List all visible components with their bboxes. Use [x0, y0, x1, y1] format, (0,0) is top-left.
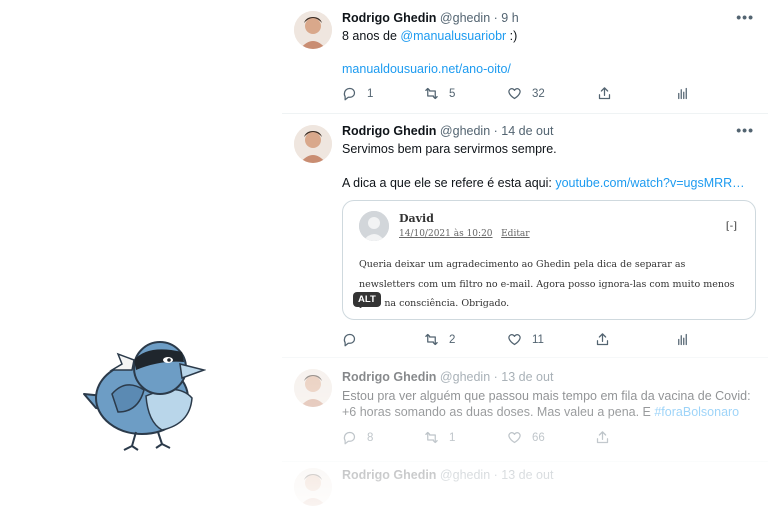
avatar[interactable]	[294, 468, 332, 506]
avatar[interactable]	[294, 125, 332, 163]
like-count: 32	[532, 87, 545, 100]
reply-icon	[343, 431, 356, 445]
retweet-icon	[425, 431, 438, 444]
collapse-toggle: [-]	[725, 221, 737, 232]
tweet-text-line2: A dica a que ele se refere é esta aqui: …	[342, 175, 752, 192]
tweet-time[interactable]: 13 de out	[501, 370, 553, 384]
url-link[interactable]: manualdousuario.net/ano-oito/	[342, 62, 511, 76]
alt-badge[interactable]: ALT	[353, 292, 381, 307]
reply-button[interactable]: 8	[342, 430, 373, 445]
comment-edit-link: Editar	[501, 229, 530, 239]
separator-dot: ·	[493, 370, 498, 384]
comment-date: 14/10/2021 às 10:20	[399, 229, 493, 239]
share-icon	[598, 87, 611, 100]
tweet-header: Rodrigo Ghedin @ghedin · 9 h	[342, 11, 519, 25]
tweet-actions: 8 1 66	[342, 430, 692, 448]
more-options-icon[interactable]: •••	[736, 9, 754, 25]
analytics-button[interactable]	[675, 332, 700, 347]
tweet-text-line1: Servimos bem para servirmos sempre.	[342, 142, 557, 156]
separator-dot: ·	[493, 124, 498, 138]
tweet-time[interactable]: 14 de out	[501, 124, 553, 138]
separator-dot: ·	[493, 468, 498, 482]
comment-text: Queria deixar um agradecimento ao Ghedin…	[359, 259, 735, 309]
tweet-actions: 1 5 32	[342, 86, 692, 104]
avatar[interactable]	[294, 369, 332, 407]
tweet[interactable]: Rodrigo Ghedin @ghedin · 13 de out Estou…	[282, 358, 768, 462]
retweet-button[interactable]: 1	[424, 430, 455, 445]
share-button[interactable]	[595, 430, 620, 445]
heart-icon	[508, 88, 521, 100]
mention-link[interactable]: @manualusuariobr	[400, 29, 506, 43]
reply-icon	[343, 87, 356, 101]
tweet[interactable]: Rodrigo Ghedin @ghedin · 14 de out ••• S…	[282, 114, 768, 358]
tweet-text-line2: +6 horas somando as duas doses. Mas vale…	[342, 404, 752, 421]
share-button[interactable]	[595, 332, 620, 347]
tweet-url-line: manualdousuario.net/ano-oito/	[342, 61, 752, 78]
retweet-button[interactable]: 2	[424, 332, 455, 347]
like-button[interactable]: 66	[507, 430, 545, 445]
reply-button[interactable]	[342, 332, 367, 347]
tweet-text-plain: 8 anos de	[342, 29, 401, 43]
reply-icon	[343, 333, 356, 347]
tweet-feed: Rodrigo Ghedin @ghedin · 9 h ••• 8 anos …	[282, 0, 768, 512]
bandit-bird-mascot	[82, 338, 207, 454]
retweet-icon	[425, 87, 438, 100]
retweet-count: 2	[449, 333, 456, 346]
tweet-time[interactable]: 9 h	[501, 11, 518, 25]
more-options-icon[interactable]: •••	[736, 122, 754, 138]
author-name[interactable]: Rodrigo Ghedin	[342, 370, 436, 384]
reply-button[interactable]: 1	[342, 86, 373, 101]
author-name[interactable]: Rodrigo Ghedin	[342, 11, 436, 25]
tweet-header: Rodrigo Ghedin @ghedin · 13 de out	[342, 370, 553, 384]
tweet-text-after: :)	[506, 29, 518, 43]
share-button[interactable]	[597, 86, 622, 101]
like-button[interactable]: 32	[507, 86, 545, 101]
commenter-avatar	[359, 211, 389, 241]
retweet-count: 5	[449, 87, 456, 100]
hashtag-link[interactable]: #foraBolsonaro	[654, 405, 739, 419]
share-icon	[596, 333, 609, 346]
analytics-button[interactable]	[675, 86, 700, 101]
tweet-text-plain: A dica a que ele se refere é esta aqui:	[342, 176, 556, 190]
tweet[interactable]: Rodrigo Ghedin @ghedin · 9 h ••• 8 anos …	[282, 0, 768, 114]
tweet[interactable]: Rodrigo Ghedin @ghedin · 13 de out	[282, 462, 768, 512]
retweet-count: 1	[449, 431, 456, 444]
heart-icon	[508, 432, 521, 444]
tweet-text: 8 anos de @manualusuariobr :)	[342, 28, 752, 45]
author-handle[interactable]: @ghedin	[440, 370, 490, 384]
analytics-icon	[678, 333, 687, 346]
comment-meta: 14/10/2021 às 10:20 Editar	[399, 229, 530, 239]
avatar[interactable]	[294, 11, 332, 49]
tweet-text-line1: Estou pra ver alguém que passou mais tem…	[342, 389, 751, 403]
tweet-actions: 2 11	[342, 332, 692, 350]
tweet-header: Rodrigo Ghedin @ghedin · 14 de out	[342, 124, 553, 138]
reply-count: 8	[367, 431, 374, 444]
author-handle[interactable]: @ghedin	[440, 11, 490, 25]
commenter-name: David	[399, 212, 434, 225]
youtube-link[interactable]: youtube.com/watch?v=ugsMRR…	[555, 176, 744, 190]
tweet-time[interactable]: 13 de out	[501, 468, 553, 482]
attached-image[interactable]: David 14/10/2021 às 10:20 Editar [-] Que…	[342, 200, 756, 320]
heart-icon	[508, 334, 521, 346]
author-name[interactable]: Rodrigo Ghedin	[342, 468, 436, 482]
analytics-icon	[678, 87, 687, 100]
reply-count: 1	[367, 87, 374, 100]
author-handle[interactable]: @ghedin	[440, 124, 490, 138]
separator-dot: ·	[493, 11, 498, 25]
share-icon	[596, 431, 609, 444]
like-button[interactable]: 11	[507, 332, 544, 347]
like-count: 66	[532, 431, 545, 444]
author-handle[interactable]: @ghedin	[440, 468, 490, 482]
tweet-header: Rodrigo Ghedin @ghedin · 13 de out	[342, 468, 553, 482]
like-count: 11	[532, 333, 544, 346]
author-name[interactable]: Rodrigo Ghedin	[342, 124, 436, 138]
tweet-text-plain: +6 horas somando as duas doses. Mas vale…	[342, 405, 655, 419]
retweet-button[interactable]: 5	[424, 86, 455, 101]
retweet-icon	[425, 333, 438, 346]
